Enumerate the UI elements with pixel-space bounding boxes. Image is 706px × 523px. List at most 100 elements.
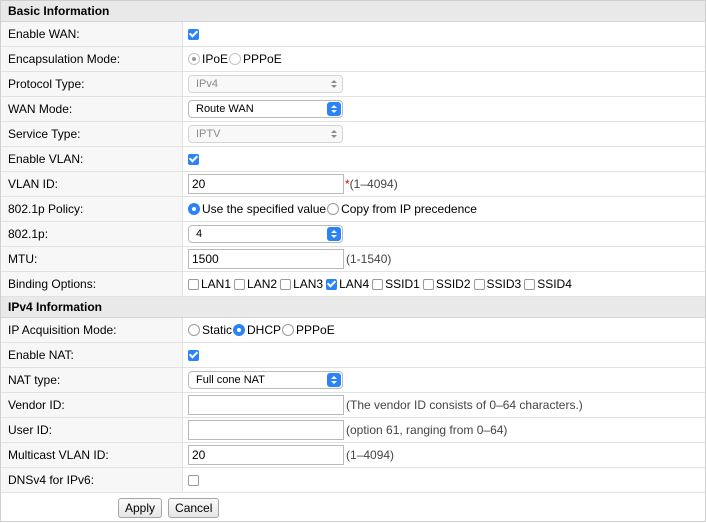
encap-pppoe-label: PPPoE xyxy=(243,52,282,66)
p8021-value: 4 xyxy=(196,228,203,240)
acq-dhcp-radio[interactable] xyxy=(233,324,246,336)
chevron-updown-icon xyxy=(327,77,341,91)
nat-type-label: NAT type: xyxy=(1,368,183,392)
binding-lan2-label: LAN2 xyxy=(247,277,278,291)
policy-specified-label: Use the specified value xyxy=(202,202,327,216)
enable-vlan-row: Enable VLAN: xyxy=(1,147,705,172)
acq-dhcp-label: DHCP xyxy=(247,323,282,337)
vendor-id-label: Vendor ID: xyxy=(1,393,183,417)
nat-type-row: NAT type: Full cone NAT xyxy=(1,368,705,393)
encapsulation-label: Encapsulation Mode: xyxy=(1,47,183,71)
binding-lan4-checkbox[interactable] xyxy=(326,278,338,290)
vendor-id-input[interactable] xyxy=(188,395,344,415)
ipv4-info-header: IPv4 Information xyxy=(1,297,705,318)
mtu-row: MTU: (1-1540) xyxy=(1,247,705,272)
cancel-button[interactable]: Cancel xyxy=(168,498,220,518)
enable-nat-label: Enable NAT: xyxy=(1,343,183,367)
vlan-id-row: VLAN ID: * (1–4094) xyxy=(1,172,705,197)
mcast-vlan-input[interactable] xyxy=(188,445,344,465)
enable-vlan-label: Enable VLAN: xyxy=(1,147,183,171)
wan-mode-row: WAN Mode: Route WAN xyxy=(1,97,705,122)
p8021-label: 802.1p: xyxy=(1,222,183,246)
chevron-updown-icon xyxy=(327,127,341,141)
mcast-vlan-row: Multicast VLAN ID: (1–4094) xyxy=(1,443,705,468)
mtu-hint: (1-1540) xyxy=(346,252,392,266)
vlan-id-input[interactable] xyxy=(188,174,344,194)
service-type-select[interactable]: IPTV xyxy=(188,125,343,143)
vlan-id-hint: (1–4094) xyxy=(349,177,398,191)
binding-ssid2-label: SSID2 xyxy=(435,277,471,291)
policy-copy-label: Copy from IP precedence xyxy=(341,202,477,216)
user-id-row: User ID: (option 61, ranging from 0–64) xyxy=(1,418,705,443)
enable-wan-row: Enable WAN: xyxy=(1,22,705,47)
binding-lan2-checkbox[interactable] xyxy=(234,278,246,290)
dnsv4-checkbox[interactable] xyxy=(188,474,199,486)
protocol-label: Protocol Type: xyxy=(1,72,183,96)
mtu-input[interactable] xyxy=(188,249,344,269)
encap-ipoe-label: IPoE xyxy=(202,52,229,66)
binding-ssid4-checkbox[interactable] xyxy=(524,278,536,290)
wan-mode-label: WAN Mode: xyxy=(1,97,183,121)
mcast-vlan-hint: (1–4094) xyxy=(346,448,395,462)
policy-specified-radio[interactable] xyxy=(188,203,200,215)
binding-ssid1-checkbox[interactable] xyxy=(372,278,384,290)
binding-label: Binding Options: xyxy=(1,272,183,296)
enable-wan-label: Enable WAN: xyxy=(1,22,183,46)
mcast-vlan-label: Multicast VLAN ID: xyxy=(1,443,183,467)
vlan-id-label: VLAN ID: xyxy=(1,172,183,196)
binding-row: Binding Options: LAN1 LAN2 LAN3 LAN4 SSI… xyxy=(1,272,705,297)
policy-label: 802.1p Policy: xyxy=(1,197,183,221)
binding-lan1-label: LAN1 xyxy=(201,277,232,291)
encap-pppoe-radio[interactable] xyxy=(229,53,242,65)
vendor-id-hint: (The vendor ID consists of 0–64 characte… xyxy=(346,398,583,412)
acq-pppoe-radio[interactable] xyxy=(282,324,295,336)
protocol-row: Protocol Type: IPv4 xyxy=(1,72,705,97)
chevron-updown-icon xyxy=(327,227,341,241)
binding-ssid3-label: SSID3 xyxy=(486,277,522,291)
basic-info-header: Basic Information xyxy=(1,1,705,22)
binding-ssid2-checkbox[interactable] xyxy=(422,278,434,290)
vendor-id-row: Vendor ID: (The vendor ID consists of 0–… xyxy=(1,393,705,418)
wan-mode-select[interactable]: Route WAN xyxy=(188,100,343,118)
enable-nat-checkbox[interactable] xyxy=(188,349,199,361)
wan-mode-value: Route WAN xyxy=(196,103,254,115)
acq-static-label: Static xyxy=(202,323,233,337)
binding-lan3-label: LAN3 xyxy=(293,277,324,291)
binding-ssid3-checkbox[interactable] xyxy=(473,278,485,290)
enable-vlan-checkbox[interactable] xyxy=(188,153,199,165)
user-id-label: User ID: xyxy=(1,418,183,442)
enable-nat-row: Enable NAT: xyxy=(1,343,705,368)
protocol-value: IPv4 xyxy=(196,78,219,90)
chevron-updown-icon xyxy=(327,373,341,387)
form-actions: Apply Cancel xyxy=(1,493,705,523)
encap-ipoe-radio[interactable] xyxy=(188,53,200,65)
service-type-value: IPTV xyxy=(196,128,221,140)
policy-copy-radio[interactable] xyxy=(327,203,340,215)
service-type-row: Service Type: IPTV xyxy=(1,122,705,147)
service-type-label: Service Type: xyxy=(1,122,183,146)
policy-row: 802.1p Policy: Use the specified value C… xyxy=(1,197,705,222)
p8021-row: 802.1p: 4 xyxy=(1,222,705,247)
binding-ssid4-label: SSID4 xyxy=(537,277,572,291)
binding-lan3-checkbox[interactable] xyxy=(280,278,292,290)
enable-wan-checkbox[interactable] xyxy=(188,28,199,40)
wan-config-page: Basic Information Enable WAN: Encapsulat… xyxy=(0,0,706,522)
p8021-select[interactable]: 4 xyxy=(188,225,343,243)
nat-type-select[interactable]: Full cone NAT xyxy=(188,371,343,389)
acq-mode-row: IP Acquisition Mode: Static DHCP PPPoE xyxy=(1,318,705,343)
binding-lan1-checkbox[interactable] xyxy=(188,278,199,290)
acq-mode-label: IP Acquisition Mode: xyxy=(1,318,183,342)
dnsv4-label: DNSv4 for IPv6: xyxy=(1,468,183,492)
user-id-hint: (option 61, ranging from 0–64) xyxy=(346,423,508,437)
dnsv4-row: DNSv4 for IPv6: xyxy=(1,468,705,493)
binding-ssid1-label: SSID1 xyxy=(385,277,420,291)
chevron-updown-icon xyxy=(327,102,341,116)
binding-lan4-label: LAN4 xyxy=(339,277,370,291)
encapsulation-row: Encapsulation Mode: IPoE PPPoE xyxy=(1,47,705,72)
apply-button[interactable]: Apply xyxy=(118,498,163,518)
protocol-select[interactable]: IPv4 xyxy=(188,75,343,93)
mtu-label: MTU: xyxy=(1,247,183,271)
acq-static-radio[interactable] xyxy=(188,324,200,336)
user-id-input[interactable] xyxy=(188,420,344,440)
acq-pppoe-label: PPPoE xyxy=(296,323,335,337)
